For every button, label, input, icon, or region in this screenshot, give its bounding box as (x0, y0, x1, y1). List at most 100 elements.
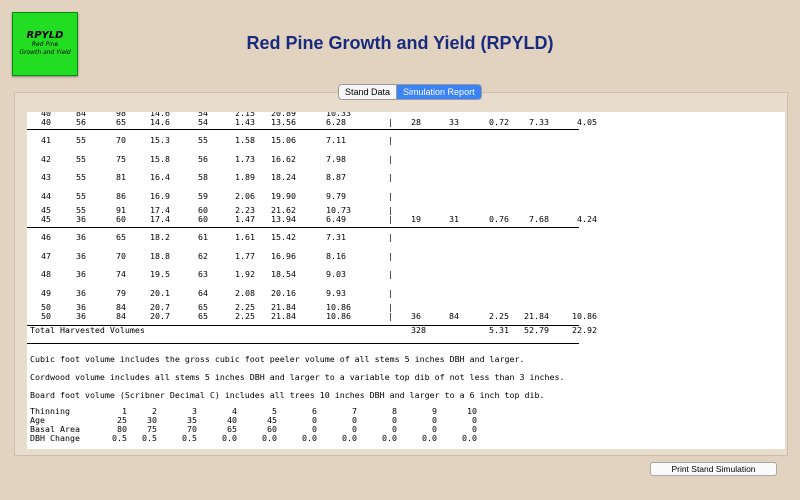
table-cell: 56 (76, 117, 86, 127)
table-cell: 65 (116, 117, 126, 127)
table-cell: 81 (116, 172, 126, 182)
simulation-report-text[interactable]: 40 84 98 14.6 54 2.15 20.89 10.33 40 56 65 14.6 54 1.… (27, 112, 785, 449)
table-cell: 40 (41, 117, 51, 127)
table-cell: 8.87 (326, 172, 346, 182)
thinning-cell: 0.5 (182, 433, 197, 443)
table-cell: 75 (116, 154, 126, 164)
page-title: Red Pine Growth and Yield (RPYLD) (246, 33, 554, 53)
table-cell: 55 (76, 191, 86, 201)
table-cell: 18.8 (150, 251, 170, 261)
table-row: 41 55 70 15.3 55 1.58 15.06 7.11 | (27, 136, 587, 145)
table-cell: 55 (76, 154, 86, 164)
table-cell: 33 (449, 117, 459, 127)
column-separator: | (388, 191, 393, 201)
table-cell: 55 (198, 135, 208, 145)
table-cell: 36 (76, 232, 86, 242)
table-row: 49 36 79 20.1 64 2.08 20.16 9.93 | (27, 289, 587, 298)
table-row: 47 36 70 18.8 62 1.77 16.96 8.16 | (27, 252, 587, 261)
table-cell: 0.76 (489, 214, 509, 224)
table-cell: 10.86 (572, 311, 597, 321)
table-cell: 20.1 (150, 288, 170, 298)
table-cell: 1.89 (235, 172, 255, 182)
table-cell: 18.54 (271, 269, 296, 279)
table-cell: 16.4 (150, 172, 170, 182)
table-cell: 1.73 (235, 154, 255, 164)
table-cell: 36 (76, 269, 86, 279)
table-cell: 16.96 (271, 251, 296, 261)
table-cell: 1.77 (235, 251, 255, 261)
thinning-cell: 0.0 (462, 433, 477, 443)
tab-bar: Stand Data Simulation Report (338, 84, 482, 100)
table-cell: 58 (198, 172, 208, 182)
table-cell: 28 (411, 117, 421, 127)
table-row: 46 36 65 18.2 61 1.61 15.42 7.31 | (27, 233, 587, 242)
table-cell: 70 (116, 135, 126, 145)
column-separator: | (388, 214, 393, 224)
thinning-cell: 0.0 (222, 433, 237, 443)
table-row: 44 55 86 16.9 59 2.06 19.90 9.79 | (27, 192, 587, 201)
table-cell: 2.08 (235, 288, 255, 298)
table-cell: 31 (449, 214, 459, 224)
tab-simulation-report[interactable]: Simulation Report (396, 85, 481, 99)
column-separator: | (388, 117, 393, 127)
table-cell: 0.72 (489, 117, 509, 127)
table-cell: 18.2 (150, 232, 170, 242)
table-cell: 47 (41, 251, 51, 261)
table-cell: 9.93 (326, 288, 346, 298)
table-cell: 36 (76, 251, 86, 261)
table-cell: 15.06 (271, 135, 296, 145)
thinning-cell: 0.0 (302, 433, 317, 443)
table-cell: 54 (198, 117, 208, 127)
table-cell: 7.11 (326, 135, 346, 145)
table-cell: 10.86 (326, 311, 351, 321)
table-cell: 62 (198, 251, 208, 261)
table-cell: 63 (198, 269, 208, 279)
table-cell: 2.06 (235, 191, 255, 201)
table-cell: 20.16 (271, 288, 296, 298)
table-cell: 36 (76, 311, 86, 321)
table-cell: 50 (41, 311, 51, 321)
divider-line (27, 227, 579, 228)
table-cell: 49 (41, 288, 51, 298)
table-cell: 74 (116, 269, 126, 279)
table-cell: 79 (116, 288, 126, 298)
table-cell: 86 (116, 191, 126, 201)
thinning-cell: 0.0 (382, 433, 397, 443)
table-cell: 36 (76, 288, 86, 298)
table-cell: 4.05 (577, 117, 597, 127)
total-cell: 52.79 (524, 325, 549, 335)
table-cell: 16.62 (271, 154, 296, 164)
table-cell: 1.92 (235, 269, 255, 279)
table-cell: 36 (76, 214, 86, 224)
divider-line (27, 343, 579, 344)
table-cell: 59 (198, 191, 208, 201)
table-cell: 84 (116, 311, 126, 321)
table-row: 42 55 75 15.8 56 1.73 16.62 7.98 | (27, 155, 587, 164)
table-cell: 19.90 (271, 191, 296, 201)
tab-stand-data[interactable]: Stand Data (339, 85, 397, 99)
table-cell: 45 (41, 214, 51, 224)
table-row: 43 55 81 16.4 58 1.89 18.24 8.87 | (27, 173, 587, 182)
table-cell: 7.68 (529, 214, 549, 224)
volume-note: Cordwood volume includes all stems 5 inc… (30, 372, 565, 382)
table-row: 50 36 84 20.7 65 2.25 21.84 10.86 36 84 2.25 21.84 1… (27, 311, 597, 321)
thinning-row: DBH Change 0.5 0.5 0.5 0.0 0.0 0.0 0.0 0.0 0.0 0.0 (27, 434, 507, 443)
table-cell: 6.28 (326, 117, 346, 127)
volume-note: Cubic foot volume includes the gross cub… (30, 354, 525, 364)
column-separator: | (388, 288, 393, 298)
table-cell: 19 (411, 214, 421, 224)
table-cell: 65 (198, 311, 208, 321)
print-stand-simulation-button[interactable]: Print Stand Simulation (650, 462, 777, 476)
table-cell: 15.42 (271, 232, 296, 242)
total-harvested-row: Total Harvested Volumes 328 5.31 52.79 22.92 (27, 325, 597, 335)
table-cell: 19.5 (150, 269, 170, 279)
table-cell: 64 (198, 288, 208, 298)
table-cell: 44 (41, 191, 51, 201)
table-cell: 8.16 (326, 251, 346, 261)
table-cell: 9.79 (326, 191, 346, 201)
table-cell: 13.56 (271, 117, 296, 127)
table-cell: 60 (116, 214, 126, 224)
table-cell: 2.25 (489, 311, 509, 321)
column-separator: | (388, 154, 393, 164)
table-cell: 1.58 (235, 135, 255, 145)
